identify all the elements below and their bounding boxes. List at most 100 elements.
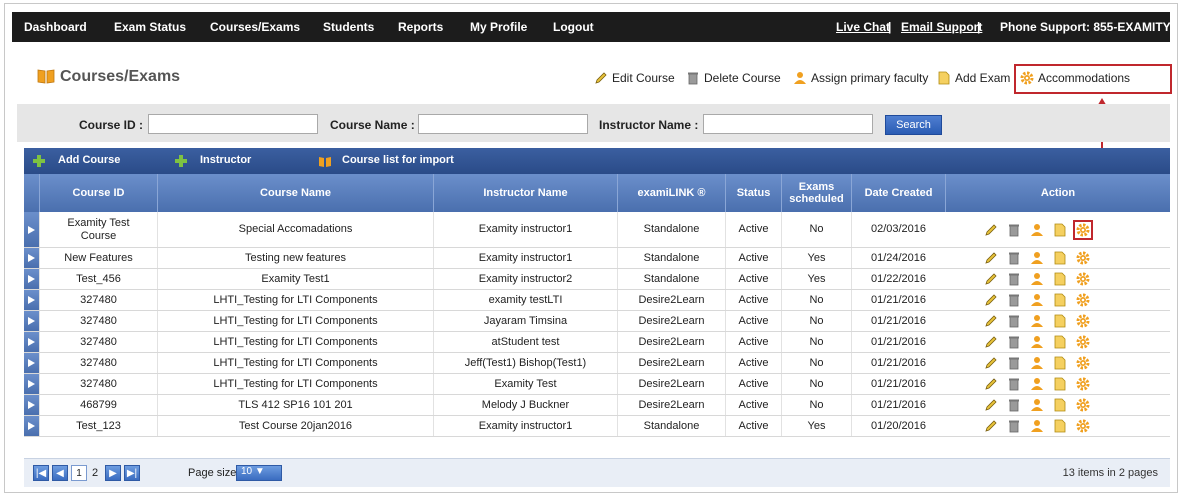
trash-icon[interactable] <box>1007 314 1021 328</box>
pencil-icon[interactable] <box>984 419 998 433</box>
pencil-icon[interactable] <box>984 398 998 412</box>
gear-icon[interactable] <box>1076 377 1090 391</box>
edit-course-button[interactable]: Edit Course <box>594 71 675 85</box>
trash-icon[interactable] <box>1007 251 1021 265</box>
person-icon[interactable] <box>1030 377 1044 391</box>
nav-dashboard[interactable]: Dashboard <box>24 20 87 34</box>
table-row[interactable]: 327480 LHTI_Testing for LTI Components Jay… <box>24 311 1170 332</box>
person-icon[interactable] <box>1030 272 1044 286</box>
gear-icon[interactable] <box>1076 398 1090 412</box>
trash-icon[interactable] <box>1007 398 1021 412</box>
trash-icon[interactable] <box>1007 377 1021 391</box>
document-icon[interactable] <box>1053 272 1067 286</box>
last-page-button[interactable]: ▶| <box>124 465 140 481</box>
page-1-button[interactable]: 1 <box>71 465 87 481</box>
trash-icon[interactable] <box>1007 419 1021 433</box>
document-icon[interactable] <box>1053 377 1067 391</box>
add-course-button[interactable]: Add Course <box>58 154 120 166</box>
col-instructor-name[interactable]: Instructor Name <box>433 174 617 212</box>
row-expander[interactable] <box>24 395 39 415</box>
document-icon[interactable] <box>1053 251 1067 265</box>
document-icon[interactable] <box>1053 293 1067 307</box>
person-icon[interactable] <box>1030 314 1044 328</box>
row-expander[interactable] <box>24 311 39 331</box>
row-expander[interactable] <box>24 290 39 310</box>
col-date-created[interactable]: Date Created <box>851 174 945 212</box>
col-exams-scheduled[interactable]: Exams scheduled <box>781 174 851 212</box>
search-button[interactable]: Search <box>885 115 942 135</box>
person-icon[interactable] <box>1030 356 1044 370</box>
pencil-icon[interactable] <box>984 272 998 286</box>
nav-students[interactable]: Students <box>323 20 374 34</box>
col-examilink[interactable]: examiLINK ® <box>617 174 725 212</box>
person-icon[interactable] <box>1030 251 1044 265</box>
row-expander[interactable] <box>24 332 39 352</box>
row-expander[interactable] <box>24 269 39 289</box>
page-size-select[interactable]: 10 ▼ <box>236 465 282 481</box>
gear-icon[interactable] <box>1076 314 1090 328</box>
table-row[interactable]: Test_456 Examity Test1 Examity instructor2… <box>24 269 1170 290</box>
trash-icon[interactable] <box>1007 293 1021 307</box>
table-row[interactable]: Test_123 Test Course 20jan2016 Examity ins… <box>24 416 1170 437</box>
page-2-button[interactable]: 2 <box>92 467 98 479</box>
person-icon[interactable] <box>1030 223 1044 237</box>
pencil-icon[interactable] <box>984 335 998 349</box>
row-expander[interactable] <box>24 374 39 394</box>
table-row[interactable]: New Features Testing new features Examity … <box>24 248 1170 269</box>
table-row[interactable]: 468799 TLS 412 SP16 101 201 Melody J Buckn… <box>24 395 1170 416</box>
trash-icon[interactable] <box>1007 223 1021 237</box>
nav-my-profile[interactable]: My Profile <box>470 20 527 34</box>
nav-courses-exams[interactable]: Courses/Exams <box>210 20 300 34</box>
add-instructor-button[interactable]: Instructor <box>200 154 251 166</box>
person-icon[interactable] <box>1030 398 1044 412</box>
next-page-button[interactable]: ▶ <box>105 465 121 481</box>
first-page-button[interactable]: |◀ <box>33 465 49 481</box>
add-exam-button[interactable]: Add Exam <box>937 71 1010 85</box>
col-status[interactable]: Status <box>725 174 781 212</box>
gear-icon[interactable] <box>1076 419 1090 433</box>
trash-icon[interactable] <box>1007 356 1021 370</box>
document-icon[interactable] <box>1053 398 1067 412</box>
gear-icon[interactable] <box>1076 272 1090 286</box>
course-list-import-button[interactable]: Course list for import <box>342 154 454 166</box>
course-name-input[interactable] <box>418 114 588 134</box>
table-row[interactable]: 327480 LHTI_Testing for LTI Components exa… <box>24 290 1170 311</box>
pencil-icon[interactable] <box>984 356 998 370</box>
table-row[interactable]: 327480 LHTI_Testing for LTI Components atS… <box>24 332 1170 353</box>
delete-course-button[interactable]: Delete Course <box>686 71 781 85</box>
person-icon[interactable] <box>1030 419 1044 433</box>
row-expander[interactable] <box>24 248 39 268</box>
email-support-link[interactable]: Email Support <box>901 20 982 34</box>
col-course-id[interactable]: Course ID <box>39 174 157 212</box>
row-expander[interactable] <box>24 416 39 436</box>
pencil-icon[interactable] <box>984 314 998 328</box>
assign-faculty-button[interactable]: Assign primary faculty <box>793 71 928 85</box>
person-icon[interactable] <box>1030 335 1044 349</box>
instructor-name-input[interactable] <box>703 114 873 134</box>
live-chat-link[interactable]: Live Chat <box>836 20 890 34</box>
prev-page-button[interactable]: ◀ <box>52 465 68 481</box>
row-expander[interactable] <box>24 212 39 247</box>
pencil-icon[interactable] <box>984 251 998 265</box>
nav-exam-status[interactable]: Exam Status <box>114 20 186 34</box>
row-expander[interactable] <box>24 353 39 373</box>
table-row[interactable]: Examity Test Course Special Accomadations… <box>24 212 1170 248</box>
nav-logout[interactable]: Logout <box>553 20 594 34</box>
gear-icon[interactable] <box>1076 356 1090 370</box>
pencil-icon[interactable] <box>984 223 998 237</box>
person-icon[interactable] <box>1030 293 1044 307</box>
trash-icon[interactable] <box>1007 272 1021 286</box>
pencil-icon[interactable] <box>984 377 998 391</box>
nav-reports[interactable]: Reports <box>398 20 443 34</box>
document-icon[interactable] <box>1053 223 1067 237</box>
gear-icon[interactable] <box>1073 219 1093 240</box>
col-course-name[interactable]: Course Name <box>157 174 433 212</box>
table-row[interactable]: 327480 LHTI_Testing for LTI Components Jef… <box>24 353 1170 374</box>
gear-icon[interactable] <box>1076 335 1090 349</box>
document-icon[interactable] <box>1053 419 1067 433</box>
course-id-input[interactable] <box>148 114 318 134</box>
gear-icon[interactable] <box>1076 293 1090 307</box>
table-row[interactable]: 327480 LHTI_Testing for LTI Components Exa… <box>24 374 1170 395</box>
gear-icon[interactable] <box>1076 251 1090 265</box>
trash-icon[interactable] <box>1007 335 1021 349</box>
